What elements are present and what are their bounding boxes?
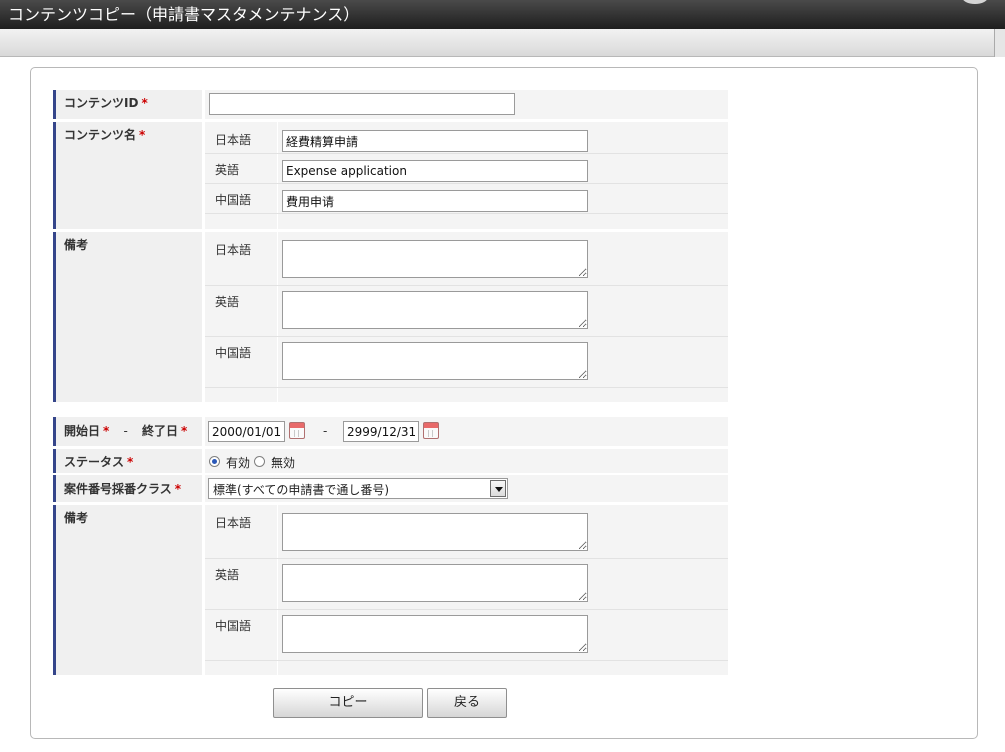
start-date-input[interactable] (208, 421, 285, 442)
date-range-separator: - (323, 424, 328, 438)
content-name-zh-input[interactable] (282, 190, 588, 212)
note-1-label: 備考 (53, 232, 202, 402)
row-status: ステータス * (53, 449, 728, 473)
toolbar (0, 29, 1005, 57)
chevron-down-icon[interactable] (490, 480, 506, 497)
note-2-label: 備考 (53, 505, 202, 675)
status-inactive-radio[interactable] (254, 456, 265, 467)
back-button[interactable]: 戻る (427, 688, 507, 718)
status-active-radio[interactable] (209, 456, 220, 467)
note-1-zh-textarea[interactable] (282, 342, 588, 380)
content-name-en-input[interactable] (282, 160, 588, 182)
window-title: コンテンツコピー（申請書マスタメンテナンス） (0, 0, 1005, 29)
content-id-input[interactable] (209, 93, 515, 115)
numbering-class-label: 案件番号採番クラス * (53, 475, 202, 502)
copy-button[interactable]: コピー (273, 688, 423, 718)
end-date-input[interactable] (343, 421, 419, 442)
note-1-ja-textarea[interactable] (282, 240, 588, 278)
note-1-en-textarea[interactable] (282, 291, 588, 329)
calendar-icon[interactable] (289, 422, 305, 439)
calendar-icon[interactable] (423, 422, 439, 439)
content-id-label: コンテンツID * (53, 90, 202, 119)
scrollbar[interactable] (994, 29, 1005, 57)
status-label: ステータス * (53, 449, 202, 473)
numbering-class-select[interactable]: 標準(すべての申請書で通し番号) (208, 478, 508, 499)
note-2-zh-textarea[interactable] (282, 615, 588, 653)
status-inactive-label: 無効 (271, 456, 296, 470)
period-label: 開始日 * - 終了日 * (53, 417, 202, 446)
note-2-ja-textarea[interactable] (282, 513, 588, 551)
note-2-en-textarea[interactable] (282, 564, 588, 602)
status-active-label: 有効 (226, 456, 251, 470)
content-name-label: コンテンツ名 * (53, 122, 202, 229)
content-name-ja-input[interactable] (282, 130, 588, 152)
